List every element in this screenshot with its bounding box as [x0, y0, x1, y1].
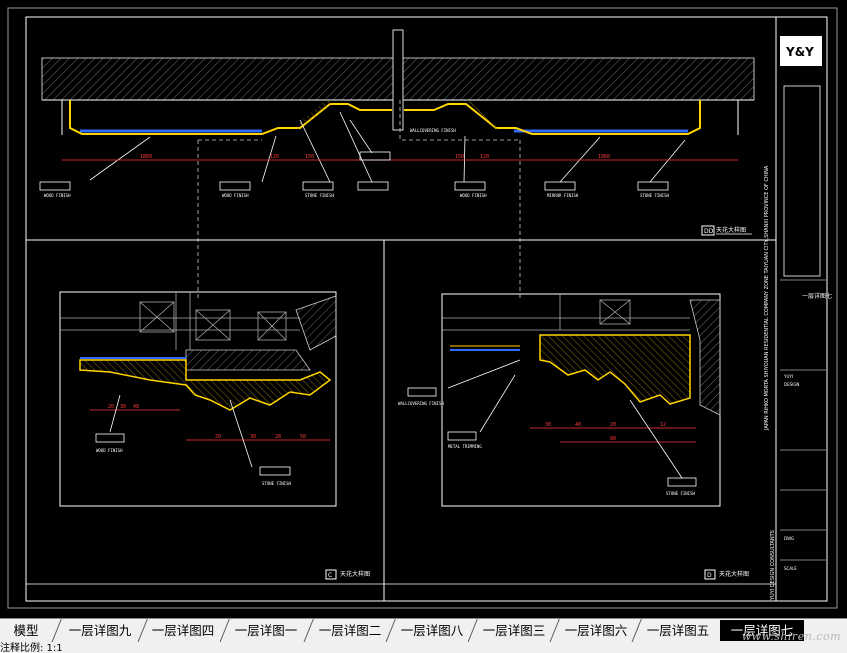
tab-layout-9[interactable]: 一层详图九 [62, 620, 138, 641]
designer-vertical-text: YUYI DESIGN CONSULTANTS [770, 530, 776, 601]
firm-logo: Y&Y [785, 45, 814, 59]
detail-d-metal-callout: METAL TRIMMING [448, 444, 482, 449]
tab-layout-1[interactable]: 一层详图一 [228, 620, 304, 641]
top-section-label: DD [704, 228, 714, 235]
top-section-title: 天花大样图 [716, 226, 746, 234]
callout-wood-finish-2: WOOD FINISH [222, 193, 249, 198]
svg-text:1860: 1860 [598, 154, 610, 160]
svg-text:12: 12 [660, 422, 666, 428]
svg-text:YUYI: YUYI [783, 374, 793, 379]
svg-text:28: 28 [275, 434, 281, 440]
annotation-scale-text: 注释比例: 1:1 [0, 643, 63, 653]
callout-mirror-finish: MIRROR FINISH [547, 193, 579, 198]
detail-d: 30 40 20 12 80 WALLCOVERING FINISH METAL TR… [398, 293, 749, 580]
callout-wood-finish-1: WOOD FINISH [44, 193, 71, 198]
svg-text:SCALE: SCALE [784, 566, 797, 571]
detail-c-label: C [328, 572, 332, 579]
callout-stone-finish-1: STONE FINISH [305, 193, 334, 198]
cad-drawing-canvas[interactable]: 1860 120 150 150 120 1860 WOOD FINISH WO… [0, 0, 847, 618]
detail-c: 20 30 48 20 30 28 50 WOOD FINISH STONE FINISH… [59, 291, 370, 580]
detail-c-wood-callout: WOOD FINISH [96, 448, 123, 453]
svg-text:48: 48 [133, 404, 139, 410]
sheet-code: 一层详图七 [802, 292, 832, 300]
callout-wallcovering-finish: WALLCOVERING FINISH [410, 128, 456, 133]
svg-text:30: 30 [120, 404, 126, 410]
status-bar: 注释比例: 1:1 [0, 642, 847, 653]
tab-layout-5[interactable]: 一层详图五 [640, 620, 716, 641]
svg-text:20: 20 [108, 404, 114, 410]
detail-d-label: D [707, 572, 712, 579]
callout-stone-finish-2: STONE FINISH [640, 193, 669, 198]
tab-layout-6[interactable]: 一层详图六 [558, 620, 634, 641]
tab-model[interactable]: 模型 [4, 620, 48, 641]
svg-text:150: 150 [455, 154, 464, 160]
svg-text:80: 80 [610, 436, 616, 442]
svg-text:30: 30 [250, 434, 256, 440]
svg-text:20: 20 [610, 422, 616, 428]
svg-text:30: 30 [545, 422, 551, 428]
tab-layout-2[interactable]: 一层详图二 [312, 620, 388, 641]
project-vertical-text: JAPAN RIHKO MORTA SHIYOUAN RESIDENTIAL C… [764, 165, 770, 431]
top-ceiling-section: 1860 120 150 150 120 1860 WOOD FINISH WO… [39, 29, 755, 236]
tab-layout-4[interactable]: 一层详图四 [146, 620, 220, 641]
svg-text:1860: 1860 [140, 154, 152, 160]
svg-text:20: 20 [215, 434, 221, 440]
detail-c-stone-callout: STONE FINISH [262, 481, 291, 486]
detail-c-title: 天花大样图 [340, 570, 370, 578]
detail-d-wallcovering-callout: WALLCOVERING FINISH [398, 401, 444, 406]
svg-text:DESIGN: DESIGN [784, 382, 799, 387]
svg-text:120: 120 [270, 154, 279, 160]
title-block: Y&Y YUYI DESIGN CONSULTANTS JAPAN RIHKO … [764, 36, 832, 601]
callout-wood-finish-3: WOOD FINISH [460, 193, 487, 198]
svg-text:DWG: DWG [784, 536, 794, 541]
svg-text:120: 120 [480, 154, 489, 160]
svg-text:40: 40 [575, 422, 581, 428]
svg-text:150: 150 [305, 154, 314, 160]
tab-layout-8[interactable]: 一层详图八 [394, 620, 470, 641]
detail-d-title: 天花大样图 [719, 570, 749, 578]
svg-text:50: 50 [300, 434, 306, 440]
detail-d-stone-callout: STONE FINISH [666, 491, 695, 496]
layout-tab-bar: 模型 一层详图九 一层详图四 一层详图一 一层详图二 一层详图八 一层详图三 一… [0, 618, 847, 643]
tab-layout-3[interactable]: 一层详图三 [476, 620, 552, 641]
